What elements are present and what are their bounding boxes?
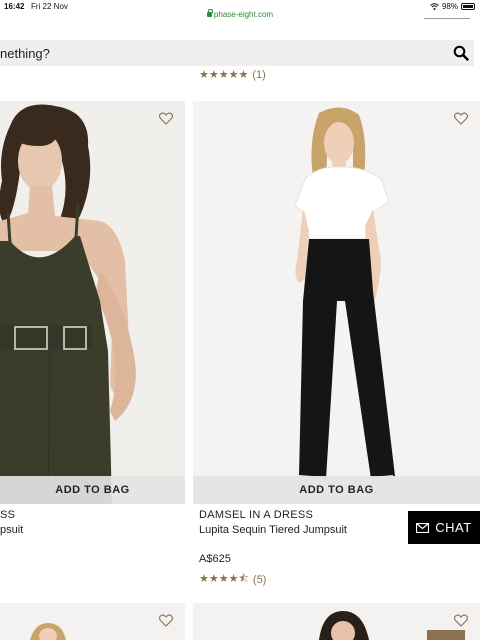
product-brand: DAMSEL IN A DRESS [199,509,314,521]
promo-badge [427,630,465,640]
star-icon: ★ [208,69,219,81]
battery-icon [461,3,475,10]
add-to-bag-button[interactable]: ADD TO BAG [193,476,480,504]
product-image [0,603,185,640]
star-icon: ★ [199,573,209,585]
search-bar[interactable]: nething? [0,40,474,66]
star-icon: ★ [199,69,209,81]
wifi-icon [430,3,439,10]
star-icon: ★ [208,573,219,585]
product-card-bottom-left[interactable] [0,603,185,640]
search-icon[interactable] [453,45,469,61]
address-bar-divider [424,16,470,19]
product-card-left[interactable]: ADD TO BAG [0,101,185,504]
lock-icon [206,9,213,17]
search-input[interactable]: nething? [0,46,50,61]
rating-count: (1) [252,68,266,81]
product-image [193,101,480,504]
star-icon: ★ [228,69,239,81]
wishlist-heart-icon[interactable] [454,112,468,125]
star-icon: ★ [228,573,239,585]
product-price: A$625 [199,553,231,565]
star-icon: ★ [218,69,229,81]
product-rating: ★★★★⯪ (5) [199,570,266,589]
add-to-bag-button[interactable]: ADD TO BAG [0,476,185,504]
chat-label: CHAT [435,520,472,535]
star-icon: ⯪ [238,573,249,585]
wishlist-heart-icon[interactable] [159,112,173,125]
wishlist-heart-icon[interactable] [159,614,173,627]
wishlist-heart-icon[interactable] [454,614,468,627]
product-image [0,101,185,504]
chat-button[interactable]: CHAT [408,511,480,544]
rating-count: (5) [252,573,267,586]
rating-stars: ★★★★★ [199,68,248,81]
product-name[interactable]: Lupita Sequin Tiered Jumpsuit [199,524,347,536]
rating-stars: ★★★★⯪ [199,570,249,589]
product-brand: SS [0,509,16,521]
star-icon: ★ [238,69,249,81]
address-bar[interactable]: phase-eight.com [0,9,480,24]
envelope-icon [416,522,430,533]
product-name[interactable]: psuit [0,524,23,536]
product-card-right[interactable]: ADD TO BAG [193,101,480,504]
previous-product-rating: ★★★★★ (1) [199,68,266,82]
star-icon: ★ [218,573,229,585]
url-text: phase-eight.com [213,10,274,19]
